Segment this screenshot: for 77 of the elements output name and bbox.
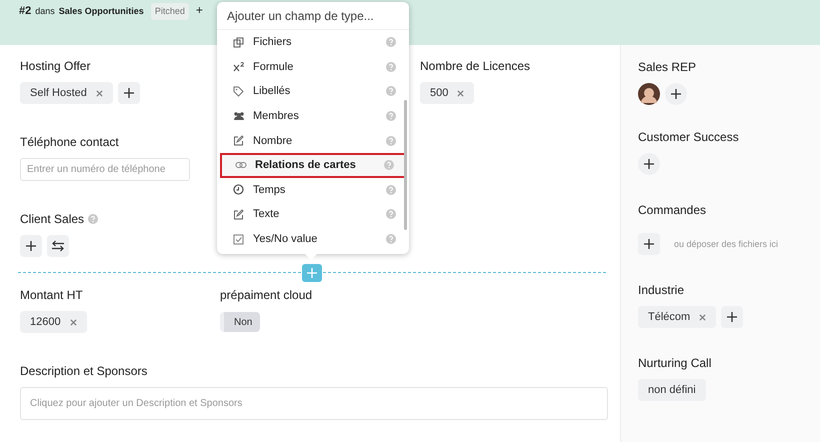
menu-item[interactable]: Nombre — [220, 128, 406, 153]
avatar[interactable] — [638, 83, 660, 105]
help-icon[interactable] — [386, 234, 396, 244]
formula-icon — [233, 61, 245, 72]
field-label: Description et Sponsors — [20, 363, 148, 379]
field-label: Commandes — [638, 202, 706, 218]
plus-icon — [122, 87, 135, 99]
card-number: #2 — [19, 4, 32, 19]
edit-icon — [233, 135, 244, 146]
plus-icon — [25, 240, 37, 252]
drop-hint: ou déposer des fichiers ici — [674, 239, 778, 249]
help-icon[interactable] — [386, 209, 396, 220]
tag-chip[interactable]: Self Hosted — [20, 82, 113, 104]
menu-item[interactable]: Temps — [220, 178, 406, 202]
clock-icon — [233, 184, 244, 196]
checkbox-icon — [233, 234, 244, 245]
status-tag[interactable]: Pitched — [150, 3, 189, 20]
link-button[interactable] — [47, 235, 69, 257]
plus-icon — [726, 311, 738, 323]
add-button[interactable] — [20, 235, 42, 257]
menu-item[interactable]: Membres — [220, 104, 406, 128]
field-label: Montant HT — [20, 287, 83, 303]
remove-icon[interactable] — [70, 318, 77, 326]
menu-item[interactable]: Relations de cartes — [220, 152, 406, 178]
tag-chip[interactable]: 500 — [420, 82, 474, 104]
remove-icon[interactable] — [699, 314, 706, 320]
plus-icon — [643, 158, 655, 170]
value-chip[interactable]: non défini — [638, 379, 706, 401]
help-icon[interactable] — [386, 62, 396, 72]
plus-icon — [670, 88, 682, 100]
phone-input[interactable]: Entrer un numéro de téléphone — [20, 158, 190, 181]
add-field-button[interactable] — [302, 264, 322, 282]
help-icon[interactable] — [384, 160, 394, 170]
files-icon — [233, 36, 244, 48]
help-icon[interactable] — [386, 86, 396, 96]
field-label: Nurturing Call — [638, 355, 712, 371]
plus-icon — [643, 238, 655, 250]
field-label: Hosting Offer — [20, 58, 90, 74]
help-icon[interactable] — [386, 184, 396, 195]
scrollbar[interactable] — [404, 100, 407, 230]
remove-icon[interactable] — [457, 90, 464, 96]
field-label: Téléphone contact — [20, 134, 119, 150]
toggle-switch[interactable]: Non — [220, 312, 260, 332]
menu-item[interactable]: Yes/No value — [220, 226, 406, 252]
in-label: dans — [35, 5, 55, 18]
help-icon[interactable] — [386, 136, 396, 146]
field-label: Industrie — [638, 282, 684, 298]
help-icon[interactable] — [88, 214, 98, 224]
field-label: Nombre de Licences — [420, 58, 530, 74]
add-button[interactable] — [721, 306, 744, 328]
edit-icon — [233, 208, 244, 220]
field-type-search[interactable]: Ajouter un champ de type... — [217, 2, 409, 30]
field-label: Customer Success — [638, 129, 739, 145]
add-button[interactable] — [118, 82, 140, 104]
tag-chip[interactable]: 12600 — [20, 311, 87, 333]
link-icon — [235, 161, 247, 170]
add-file-button[interactable] — [638, 233, 660, 255]
field-label: prépaiment cloud — [220, 287, 312, 303]
menu-item[interactable]: Texte — [220, 202, 406, 227]
remove-icon[interactable] — [96, 90, 103, 96]
tag-icon — [233, 86, 244, 97]
description-input[interactable]: Cliquez pour ajouter un Description et Sponsors — [20, 387, 608, 420]
field-label: Sales REP — [638, 59, 696, 75]
field-label: Client Sales — [20, 211, 84, 227]
menu-item[interactable]: Formule — [220, 54, 406, 80]
plus-icon — [306, 267, 318, 279]
help-icon[interactable] — [386, 37, 396, 48]
tag-chip[interactable]: Télécom — [638, 306, 716, 328]
people-icon — [233, 111, 245, 122]
help-icon[interactable] — [386, 111, 396, 122]
board-link[interactable]: Sales Opportunities — [58, 3, 144, 19]
add-member-button[interactable] — [665, 83, 687, 105]
menu-item[interactable]: Libellés — [220, 79, 406, 104]
swap-arrows-icon — [51, 240, 65, 252]
add-member-button[interactable] — [638, 153, 660, 175]
add-label-button[interactable]: + — [196, 3, 203, 18]
menu-item[interactable]: Fichiers — [220, 30, 406, 55]
